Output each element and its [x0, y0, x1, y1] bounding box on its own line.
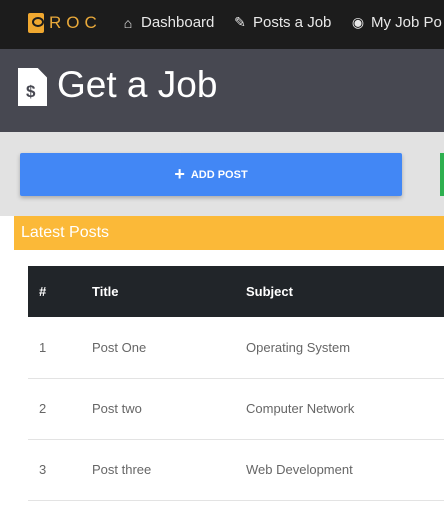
cell-number: 2	[28, 378, 92, 440]
cell-subject: Operating System	[246, 317, 444, 379]
plus-icon: +	[174, 164, 185, 184]
nav-posts-a-job[interactable]: ✎ Posts a Job	[232, 14, 331, 31]
cell-title: Post two	[92, 378, 246, 440]
nav-my-job-posts[interactable]: ◉ My Job Po	[350, 14, 442, 31]
nav-label: My Job Po	[371, 14, 442, 31]
navbar: ROC ⌂ Dashboard ✎ Posts a Job ◉ My Job Po	[0, 0, 444, 49]
add-post-label: ADD POST	[190, 168, 248, 181]
cell-title: Post One	[92, 317, 246, 379]
cell-subject: Computer Network	[246, 378, 444, 440]
posts-table: # Title Subject 1 Post One Operating Syste…	[28, 266, 444, 501]
nav-label: Posts a Job	[253, 14, 332, 31]
table-header-row: # Title Subject	[28, 266, 444, 317]
cell-title: Post three	[92, 439, 246, 501]
col-number: #	[28, 266, 92, 317]
cell-subject: Web Development	[246, 439, 444, 501]
green-action-button[interactable]	[440, 153, 444, 196]
table-row: 3 Post three Web Development	[28, 439, 444, 501]
page-title: Get a Job	[57, 64, 218, 105]
file-invoice-dollar-icon: $	[18, 68, 47, 106]
latest-posts-heading: Latest Posts	[14, 216, 444, 250]
cell-number: 1	[28, 317, 92, 379]
col-title: Title	[92, 266, 246, 317]
brand-logo-icon	[28, 13, 44, 33]
table-row: 2 Post two Computer Network	[28, 378, 444, 440]
home-icon: ⌂	[123, 14, 133, 31]
table-row: 1 Post One Operating System	[28, 317, 444, 379]
nav-label: Dashboard	[141, 14, 215, 31]
nav-dashboard[interactable]: ⌂ Dashboard	[120, 14, 215, 31]
col-subject: Subject	[246, 266, 444, 317]
add-post-button[interactable]: + ADD POST	[20, 153, 402, 196]
edit-icon: ✎	[234, 14, 246, 30]
eye-icon: ◉	[351, 14, 365, 30]
cell-number: 3	[28, 439, 92, 501]
brand-link[interactable]: ROC	[28, 13, 102, 33]
brand-name: ROC	[49, 13, 102, 32]
